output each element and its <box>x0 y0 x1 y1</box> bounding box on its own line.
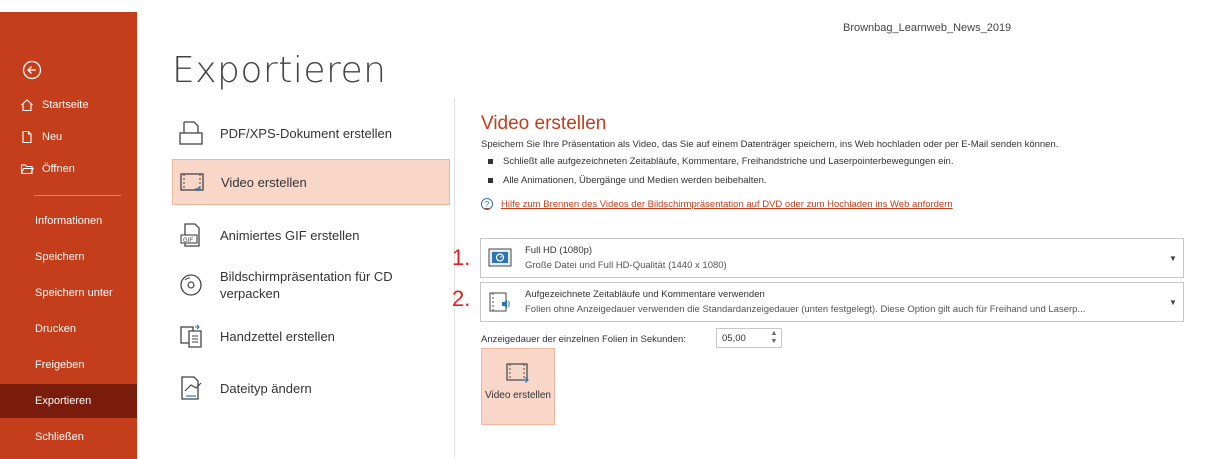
chevron-down-icon: ▼ <box>1169 253 1177 263</box>
nav-item-label: Neu <box>42 131 63 143</box>
monitor-quality-icon <box>487 245 513 271</box>
duration-label: Anzeigedauer der einzelnen Folien in Sek… <box>481 334 686 345</box>
create-video-button[interactable]: Video erstellen <box>481 348 555 425</box>
nav-divider <box>34 195 121 196</box>
nav-item-speichern-unter[interactable]: Speichern unter <box>0 276 137 310</box>
option-pdf-xps[interactable]: PDF/XPS-Dokument erstellen <box>172 112 450 154</box>
document-name: Brownbag_Learnweb_News_2019 <box>843 22 1012 34</box>
timing-subtitle: Folien ohne Anzeigedauer verwenden die S… <box>525 304 1086 315</box>
back-arrow-icon <box>22 60 42 80</box>
bullet-dot <box>488 158 493 164</box>
pdf-document-icon <box>176 118 206 148</box>
video-quality-dropdown[interactable]: Full HD (1080p) Große Datei und Full HD-… <box>480 238 1184 278</box>
option-label: Video erstellen <box>221 174 307 190</box>
nav-item-oeffnen[interactable]: Öffnen <box>0 152 137 186</box>
create-video-label: Video erstellen <box>485 390 551 401</box>
top-cropped-strip <box>0 0 1224 12</box>
video-file-icon <box>506 363 529 383</box>
option-label: Animiertes GIF erstellen <box>220 227 360 243</box>
nav-item-drucken[interactable]: Drucken <box>0 312 137 346</box>
nav-item-label: Drucken <box>35 323 76 335</box>
bullet-text: Schließt alle aufgezeichneten Zeitabläuf… <box>503 156 954 167</box>
bullet-dot <box>488 177 493 183</box>
nav-item-label: Speichern <box>35 251 85 263</box>
option-video-erstellen[interactable]: Video erstellen <box>172 159 450 205</box>
bullet-text: Alle Animationen, Übergänge und Medien w… <box>503 175 767 186</box>
option-label: PDF/XPS-Dokument erstellen <box>220 125 392 141</box>
nav-item-label: Öffnen <box>42 163 75 175</box>
nav-item-speichern[interactable]: Speichern <box>0 240 137 274</box>
option-handzettel[interactable]: Handzettel erstellen <box>172 316 450 356</box>
nav-item-label: Freigeben <box>35 359 85 371</box>
page-title: Exportieren <box>172 50 387 91</box>
timing-dropdown[interactable]: Aufgezeichnete Zeitabläufe und Kommentar… <box>480 282 1184 322</box>
backstage-sidebar: Startseite Neu Öffnen Informationen Spei… <box>0 12 137 459</box>
help-question-icon: ? <box>481 198 493 210</box>
bullet-item: Alle Animationen, Übergänge und Medien w… <box>488 175 767 186</box>
nav-item-label: Schließen <box>35 431 84 443</box>
nav-item-exportieren[interactable]: Exportieren <box>0 384 137 418</box>
chevron-down-icon: ▼ <box>1169 297 1177 307</box>
help-link-text: Hilfe zum Brennen des Videos der Bildsch… <box>501 198 953 210</box>
nav-item-neu[interactable]: Neu <box>0 120 137 154</box>
nav-item-label: Startseite <box>42 99 89 111</box>
bullet-item: Schließt alle aufgezeichneten Zeitabläuf… <box>488 156 953 167</box>
svg-text:GIF: GIF <box>183 238 193 244</box>
slide-audio-icon <box>487 289 513 315</box>
nav-item-freigeben[interactable]: Freigeben <box>0 348 137 382</box>
nav-item-informationen[interactable]: Informationen <box>0 204 137 238</box>
spinner-arrows-icon[interactable]: ▲ ▼ <box>767 330 781 346</box>
option-dateityp-aendern[interactable]: Dateityp ändern <box>172 368 450 408</box>
annotation-marker-2: 2. <box>452 286 471 311</box>
cd-disc-icon <box>176 270 206 300</box>
timing-title: Aufgezeichnete Zeitabläufe und Kommentar… <box>525 289 765 300</box>
change-file-type-icon <box>176 373 206 403</box>
nav-item-schliessen[interactable]: Schließen <box>0 420 137 454</box>
option-label: Bildschirmpräsentation für CD verpacken <box>220 269 393 301</box>
new-document-icon <box>20 130 34 144</box>
duration-spinner[interactable]: 05,00 ▲ ▼ <box>716 328 782 348</box>
duration-value: 05,00 <box>722 332 746 344</box>
quality-title: Full HD (1080p) <box>525 245 593 256</box>
handout-icon <box>176 321 206 351</box>
nav-item-label: Exportieren <box>35 395 92 407</box>
gif-file-icon: GIF <box>176 220 206 250</box>
help-link[interactable]: ? Hilfe zum Brennen des Videos der Bilds… <box>481 198 953 210</box>
folder-open-icon <box>20 162 34 176</box>
nav-item-label: Speichern unter <box>35 287 113 299</box>
quality-subtitle: Große Datei und Full HD-Qualität (1440 x… <box>525 260 727 271</box>
video-file-icon <box>177 167 207 197</box>
home-icon <box>20 98 34 112</box>
option-label: Handzettel erstellen <box>220 328 335 344</box>
option-animiertes-gif[interactable]: GIF Animiertes GIF erstellen <box>172 215 450 255</box>
option-cd-verpacken[interactable]: Bildschirmpräsentation für CD verpacken <box>172 262 450 308</box>
section-title: Video erstellen <box>481 113 607 134</box>
nav-item-label: Informationen <box>35 215 103 227</box>
section-description: Speichern Sie Ihre Präsentation als Vide… <box>481 139 1059 150</box>
back-button[interactable] <box>22 60 42 80</box>
option-label: Dateityp ändern <box>220 380 312 396</box>
pane-divider <box>454 98 455 459</box>
nav-item-startseite[interactable]: Startseite <box>0 88 137 122</box>
annotation-marker-1: 1. <box>452 245 471 270</box>
